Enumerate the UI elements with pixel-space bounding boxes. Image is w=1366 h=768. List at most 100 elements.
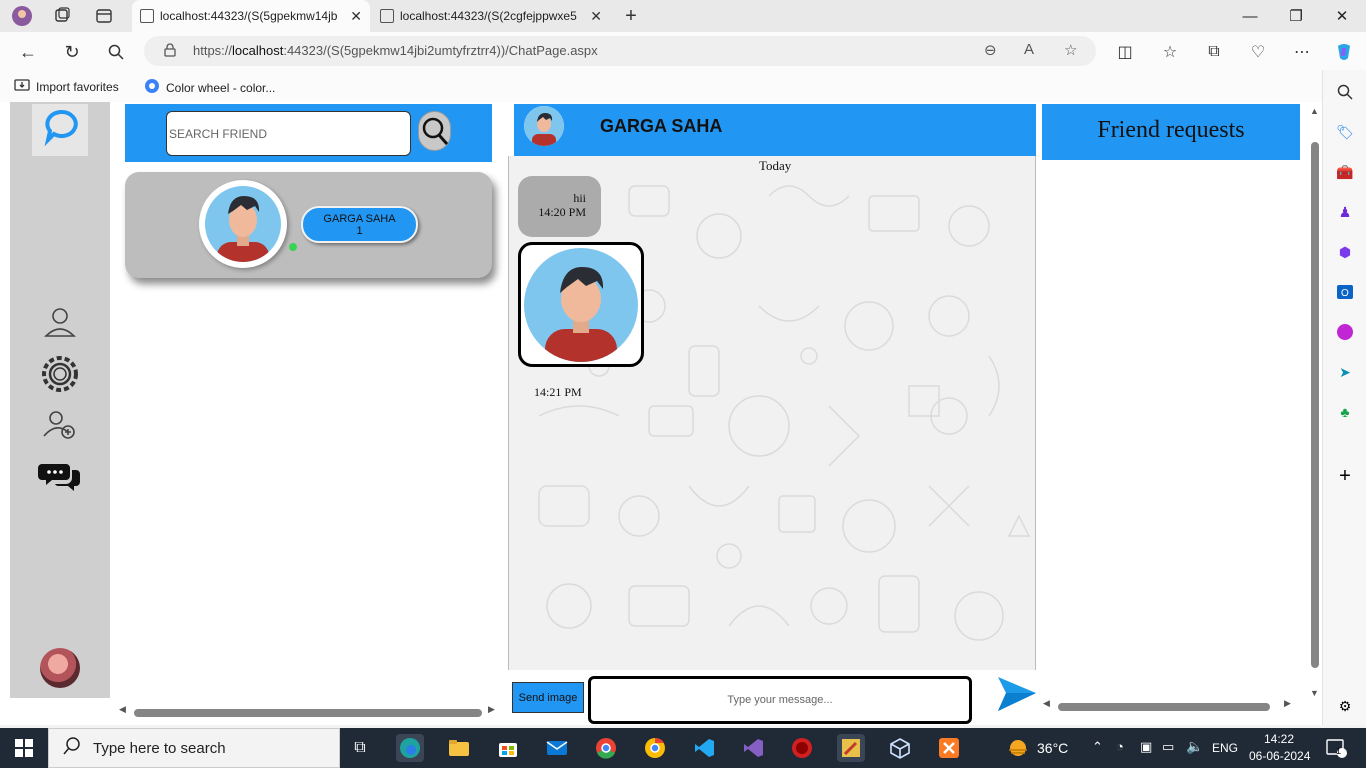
profile-avatar-icon[interactable]: [10, 4, 34, 28]
search-icon[interactable]: [104, 40, 128, 64]
requests-horizontal-scrollbar[interactable]: ◀ ▶: [1040, 698, 1298, 712]
message-input[interactable]: [588, 676, 972, 724]
chrome-profile-icon[interactable]: [592, 734, 620, 762]
friend-name-button[interactable]: GARGA SAHA 1: [301, 206, 418, 243]
show-hidden-icons[interactable]: ⌃: [1092, 739, 1103, 755]
chrome-icon[interactable]: [641, 734, 669, 762]
svg-text:O: O: [1341, 288, 1349, 299]
online-indicator: [289, 243, 297, 251]
paint-tool-icon[interactable]: [837, 734, 865, 762]
friend-name: GARGA SAHA: [323, 213, 396, 225]
send-message-button[interactable]: [994, 675, 1038, 715]
split-screen-icon[interactable]: ◫: [1113, 40, 1137, 64]
scroll-thumb[interactable]: [134, 709, 482, 717]
edge-taskbar-icon[interactable]: [396, 734, 424, 762]
friends-horizontal-scrollbar[interactable]: ◀ ▶: [116, 704, 500, 718]
url-bar[interactable]: https://localhost:44323/(S(5gpekmw14jbi2…: [144, 36, 1096, 66]
scroll-up-icon[interactable]: ▲: [1310, 106, 1319, 116]
designer-icon[interactable]: [1335, 322, 1355, 342]
tools-icon[interactable]: 🧰: [1335, 162, 1355, 182]
import-favorites-link[interactable]: Import favorites: [14, 78, 119, 95]
tab-chatpage[interactable]: localhost:44323/(S(5gpekmw14jb ✕: [132, 0, 370, 32]
copilot-icon[interactable]: [1332, 40, 1356, 64]
battery-icon[interactable]: ▭: [1162, 739, 1174, 755]
tab-actions-icon[interactable]: [92, 4, 116, 28]
scroll-thumb[interactable]: [1311, 142, 1319, 668]
clock-date[interactable]: 06-06-2024: [1249, 749, 1310, 763]
collections-icon[interactable]: ⧉: [1202, 40, 1226, 64]
image-message[interactable]: [518, 242, 644, 367]
search-friend-button[interactable]: [418, 111, 451, 151]
friend-card[interactable]: GARGA SAHA 1: [125, 172, 492, 278]
windows-start-icon[interactable]: [10, 734, 38, 762]
3d-box-icon[interactable]: [886, 734, 914, 762]
language-indicator[interactable]: ENG: [1212, 741, 1238, 755]
contact-avatar[interactable]: [524, 106, 564, 146]
unread-count: 1: [356, 225, 363, 237]
user-avatar[interactable]: [40, 648, 80, 688]
record-app-icon[interactable]: [788, 734, 816, 762]
profile-icon[interactable]: [38, 304, 82, 344]
tab-second[interactable]: localhost:44323/(S(2cgfejppwxe5 ✕: [372, 0, 610, 32]
close-tab-icon[interactable]: ✕: [590, 8, 602, 25]
add-app-icon[interactable]: +: [1335, 465, 1355, 487]
outlook-icon[interactable]: O: [1335, 282, 1355, 302]
restore-icon[interactable]: ❐: [1273, 0, 1319, 32]
network-icon[interactable]: ◔: [1116, 739, 1124, 754]
vscode-icon[interactable]: [690, 734, 718, 762]
sidebar-settings-icon[interactable]: ⚙: [1335, 696, 1355, 716]
lock-icon[interactable]: [164, 43, 176, 60]
browser-essentials-icon[interactable]: ♡: [1246, 40, 1270, 64]
url-text: https://localhost:44323/(S(5gpekmw14jbi2…: [193, 43, 598, 58]
visual-studio-icon[interactable]: [739, 734, 767, 762]
search-friend-input[interactable]: [166, 111, 411, 156]
workspaces-icon[interactable]: [50, 4, 74, 28]
new-tab-icon[interactable]: +: [619, 4, 643, 28]
minimize-icon[interactable]: —: [1227, 0, 1273, 32]
scroll-right-icon[interactable]: ▶: [488, 704, 495, 715]
close-window-icon[interactable]: ✕: [1319, 0, 1365, 32]
add-friend-icon[interactable]: [38, 406, 82, 446]
scroll-left-icon[interactable]: ◀: [119, 704, 126, 715]
color-wheel-label: Color wheel - color...: [166, 80, 276, 95]
tree-icon[interactable]: ♣: [1335, 402, 1355, 422]
page-icon: [140, 9, 154, 23]
task-view-icon[interactable]: ⧉: [346, 734, 374, 762]
taskbar-search[interactable]: Type here to search: [48, 728, 340, 768]
friend-search-bar: [125, 104, 492, 162]
scroll-right-icon[interactable]: ▶: [1284, 698, 1291, 709]
send-icon[interactable]: ➤: [1335, 362, 1355, 382]
refresh-icon[interactable]: ↻: [60, 40, 84, 64]
import-favorites-label: Import favorites: [36, 79, 119, 94]
chat-icon[interactable]: [38, 456, 82, 496]
people-icon[interactable]: ♟: [1335, 202, 1355, 222]
favorites-icon[interactable]: ☆: [1158, 40, 1182, 64]
copilot-app-icon[interactable]: ⬢: [1335, 242, 1355, 262]
more-menu-icon[interactable]: ⋯: [1290, 40, 1314, 64]
close-tab-icon[interactable]: ✕: [350, 8, 362, 25]
back-icon[interactable]: ←: [16, 40, 40, 64]
address-toolbar: ← ↻ https://localhost:44323/(S(5gpekmw14…: [0, 32, 1366, 70]
page-vertical-scrollbar[interactable]: ▲ ▼: [1308, 102, 1322, 706]
search-icon[interactable]: [1335, 82, 1355, 102]
mail-icon[interactable]: [543, 734, 571, 762]
tab-title: localhost:44323/(S(5gpekmw14jb: [160, 9, 338, 23]
color-wheel-link[interactable]: Color wheel - color...: [144, 78, 275, 97]
file-explorer-icon[interactable]: [445, 734, 473, 762]
read-aloud-icon[interactable]: A: [1024, 41, 1034, 58]
meet-now-icon[interactable]: ▣: [1140, 739, 1152, 755]
volume-icon[interactable]: 🔈: [1186, 738, 1203, 755]
store-icon[interactable]: [494, 734, 522, 762]
scroll-left-icon[interactable]: ◀: [1043, 698, 1050, 709]
xampp-icon[interactable]: [935, 734, 963, 762]
send-image-button[interactable]: Send image: [512, 682, 584, 713]
scroll-down-icon[interactable]: ▼: [1310, 688, 1319, 698]
clock-time[interactable]: 14:22: [1264, 732, 1294, 746]
sent-image-avatar: [524, 247, 638, 362]
friend-requests-title: Friend requests: [1042, 104, 1300, 160]
favorite-star-icon[interactable]: ☆: [1064, 41, 1077, 59]
scroll-thumb[interactable]: [1058, 703, 1270, 711]
zoom-out-icon[interactable]: ⊖: [984, 41, 997, 59]
settings-icon[interactable]: [38, 354, 82, 394]
shopping-tag-icon[interactable]: 🏷: [1335, 122, 1355, 142]
